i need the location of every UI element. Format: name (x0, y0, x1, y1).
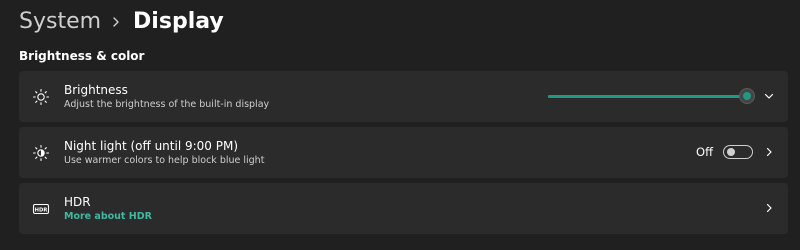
chevron-right-icon[interactable] (763, 146, 775, 158)
slider-thumb[interactable] (738, 88, 755, 104)
chevron-right-icon (111, 16, 127, 28)
night-light-text: Night light (off until 9:00 PM) Use warm… (64, 139, 264, 168)
breadcrumb-system[interactable]: System (19, 6, 101, 38)
section-title: Brightness & color (19, 49, 145, 63)
chevron-down-icon[interactable] (763, 90, 775, 102)
brightness-title: Brightness (64, 83, 128, 97)
night-light-subtitle: Use warmer colors to help block blue lig… (64, 155, 265, 166)
brightness-slider[interactable] (548, 88, 755, 104)
brightness-setting-card[interactable]: Brightness Adjust the brightness of the … (19, 71, 788, 122)
chevron-right-icon[interactable] (763, 202, 775, 214)
brightness-text: Brightness Adjust the brightness of the … (64, 83, 269, 112)
hdr-setting-card[interactable]: HDR HDR More about HDR (19, 183, 788, 234)
breadcrumb: System Display (19, 6, 224, 38)
brightness-subtitle: Adjust the brightness of the built-in di… (64, 99, 270, 110)
sun-icon (32, 88, 50, 106)
slider-fill (548, 95, 747, 98)
toggle-state-label: Off (696, 145, 713, 159)
hdr-text: HDR More about HDR (64, 195, 152, 224)
night-light-toggle[interactable] (723, 145, 753, 159)
hdr-icon: HDR (32, 200, 50, 218)
night-light-icon (32, 144, 50, 162)
hdr-title: HDR (64, 195, 91, 209)
page-title: Display (133, 9, 224, 34)
night-light-toggle-group: Off (696, 144, 753, 160)
display-settings-page: System Display Brightness & color Bright… (0, 0, 800, 250)
more-about-hdr-link[interactable]: More about HDR (64, 210, 152, 224)
night-light-setting-card[interactable]: Night light (off until 9:00 PM) Use warm… (19, 127, 788, 178)
toggle-knob (727, 148, 735, 156)
night-light-title: Night light (off until 9:00 PM) (64, 139, 238, 153)
svg-text:HDR: HDR (35, 207, 48, 213)
